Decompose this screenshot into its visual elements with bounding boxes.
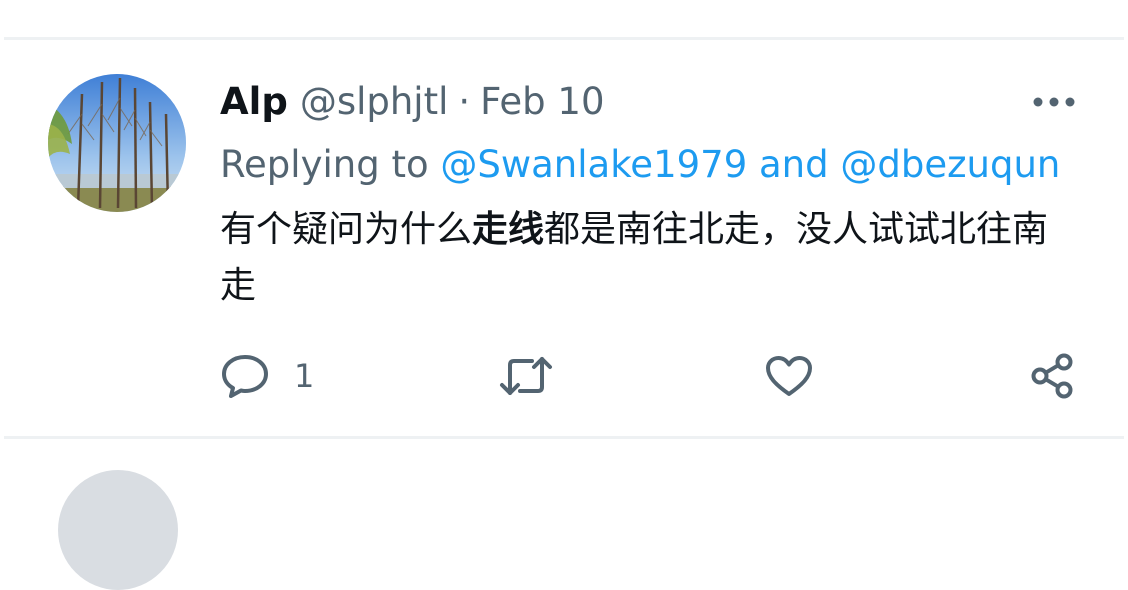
mention-link[interactable]: @Swanlake1979 xyxy=(440,143,747,186)
avatar-image xyxy=(48,74,186,212)
retweet-icon xyxy=(500,357,552,395)
tweet-header: Alp @slphjtl · Feb 10 xyxy=(220,76,605,128)
replying-prefix: Replying to xyxy=(220,143,429,186)
share-icon xyxy=(1031,353,1073,399)
next-tweet-avatar[interactable] xyxy=(58,470,178,590)
top-divider xyxy=(4,37,1124,40)
reply-icon xyxy=(222,355,268,398)
tweet-text: 有个疑问为什么走线都是南往北走，没人试试北往南走 xyxy=(220,202,1080,314)
heart-icon xyxy=(766,356,812,396)
reply-button[interactable]: 1 xyxy=(220,348,314,404)
author-name[interactable]: Alp xyxy=(220,76,288,128)
like-button[interactable] xyxy=(764,348,814,404)
replying-to-line: Replying to @Swanlake1979 and @dbezuqun xyxy=(220,138,1060,192)
share-button[interactable] xyxy=(1028,348,1078,404)
mention-link[interactable]: @dbezuqun xyxy=(840,143,1060,186)
more-button[interactable] xyxy=(1028,86,1080,118)
tweet-text-bold: 走线 xyxy=(472,209,545,250)
more-icon xyxy=(1033,97,1075,107)
retweet-button[interactable] xyxy=(498,348,554,404)
author-handle[interactable]: @slphjtl xyxy=(300,76,449,128)
reply-count: 1 xyxy=(294,357,315,395)
bottom-divider xyxy=(4,436,1124,439)
tweet-text-part: 有个疑问为什么 xyxy=(220,209,473,250)
avatar[interactable] xyxy=(48,74,186,212)
header-separator: · xyxy=(458,80,471,123)
tweet-date[interactable]: Feb 10 xyxy=(480,76,604,128)
replying-joiner: and xyxy=(759,143,829,186)
